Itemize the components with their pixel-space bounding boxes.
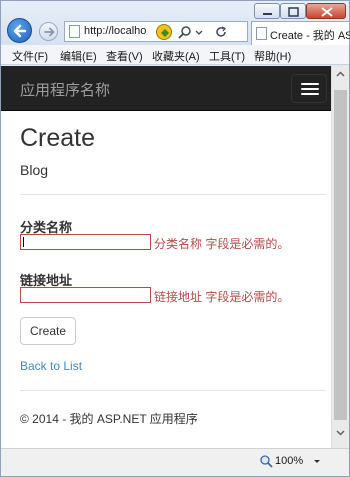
address-text[interactable]: http://localho [84,25,146,37]
tab-title: Create - 我的 ASP [270,30,350,42]
page-icon [256,27,267,40]
page-title: Create [20,124,96,152]
category-name-error: 分类名称 字段是必需的。 [154,237,290,251]
chevron-down-icon[interactable] [311,455,323,467]
chevron-down-icon [336,430,345,436]
search-icon[interactable] [177,24,193,40]
browser-toolbar: http://localho Create - 我的 ASP [1,1,350,45]
refresh-icon[interactable] [213,24,229,40]
page-viewport: 应用程序名称 Create Blog 分类名称 分类名称 字段是必需的。 链接地… [1,66,331,448]
scroll-up-button[interactable] [332,66,349,83]
menu-view[interactable]: 查看(V) [106,48,143,64]
back-arrow-icon [13,24,27,38]
link-address-input[interactable] [20,287,151,303]
navbar-toggle-button[interactable] [291,74,327,103]
vertical-scrollbar[interactable] [331,66,349,448]
hamburger-icon [301,83,319,85]
chevron-up-icon [336,71,345,77]
zoom-icon[interactable] [259,454,273,468]
close-icon [321,7,333,17]
divider [20,194,326,195]
menu-favorites[interactable]: 收藏夹(A) [152,48,200,64]
menu-help[interactable]: 帮助(H) [254,48,291,64]
maximize-button[interactable] [280,3,306,19]
forward-arrow-icon [44,27,55,37]
footer-text: © 2014 - 我的 ASP.NET 应用程序 [20,412,198,426]
back-button[interactable] [7,18,32,43]
scroll-down-button[interactable] [332,424,349,441]
menu-file[interactable]: 文件(F) [12,48,48,64]
minimize-icon [263,13,272,15]
forward-button[interactable] [39,22,58,41]
site-navbar: 应用程序名称 [1,66,331,111]
category-name-input[interactable] [20,234,151,250]
chevron-down-icon[interactable] [193,24,205,40]
text-caret [23,237,24,247]
brand-link[interactable]: 应用程序名称 [20,79,110,100]
zoom-level[interactable]: 100% [275,455,303,467]
footer-divider [20,390,326,391]
status-bar: 100% [1,448,349,476]
menu-tools[interactable]: 工具(T) [209,48,245,64]
close-button[interactable] [306,3,346,19]
menu-edit[interactable]: 编辑(E) [60,48,97,64]
link-address-error: 链接地址 字段是必需的。 [154,290,290,304]
back-to-list-link[interactable]: Back to List [20,359,82,373]
create-button[interactable]: Create [20,317,76,345]
browser-tab[interactable]: Create - 我的 ASP [251,21,350,45]
maximize-icon [288,7,299,17]
minimize-button[interactable] [254,3,280,19]
browser-window: http://localho Create - 我的 ASP 文件(F) 编辑(… [0,0,350,477]
scroll-thumb[interactable] [334,90,347,420]
menu-bar: 文件(F) 编辑(E) 查看(V) 收藏夹(A) 工具(T) 帮助(H) [1,45,349,65]
compatibility-view-icon[interactable] [156,24,172,40]
page-icon [69,25,80,38]
address-bar[interactable]: http://localho [64,21,248,42]
page-subtitle: Blog [20,162,49,178]
